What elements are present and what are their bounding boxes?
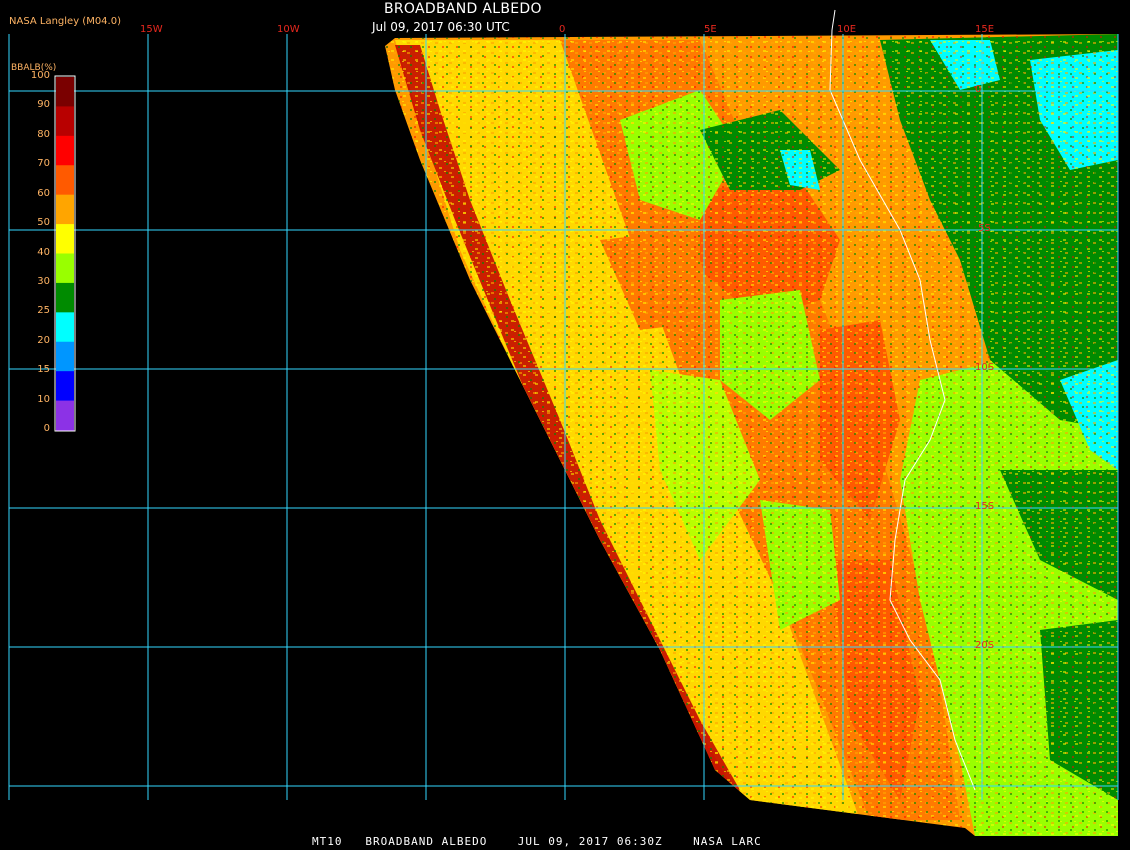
lon-label-10w: 10W	[277, 24, 300, 35]
lat-label-10s: 10S	[975, 362, 995, 373]
colorbar-tick-label: 10	[37, 393, 50, 405]
colorbar-tick-label: 100	[30, 70, 50, 81]
colorbar-swatch	[56, 371, 74, 402]
lat-label-20s: 20S	[975, 640, 995, 651]
albedo-field	[385, 34, 1118, 836]
footer-caption: MT10 BROADBAND ALBEDO JUL 09, 2017 06:30…	[312, 835, 762, 848]
lat-label-15s: 15S	[975, 501, 995, 512]
colorbar-tick-label: 15	[37, 364, 50, 376]
colorbar-swatch	[56, 341, 74, 372]
map-title: BROADBAND ALBEDO	[384, 1, 542, 17]
colorbar-swatch	[56, 253, 74, 284]
colorbar-tick-label: 50	[37, 217, 50, 229]
colorbar-tick-label: 80	[37, 128, 50, 140]
colorbar-swatch	[56, 400, 74, 431]
lon-label-15e: 15E	[975, 24, 995, 35]
lon-label-0: 0	[559, 24, 566, 35]
lon-label-10e: 10E	[837, 24, 857, 35]
colorbar-swatch	[56, 165, 74, 196]
colorbar-swatch	[56, 194, 74, 225]
colorbar-swatch	[56, 282, 74, 313]
colorbar-tick-label: 70	[37, 158, 50, 170]
albedo-map: BROADBAND ALBEDO Jul 09, 2017 06:30 UTC …	[0, 0, 1130, 850]
lat-label-0: 0	[975, 84, 982, 95]
lon-label-5e: 5E	[704, 24, 717, 35]
albedo-map-canvas	[8, 9, 1119, 836]
colorbar-swatch	[56, 135, 74, 166]
colorbar-tick-label: 25	[37, 305, 50, 317]
colorbar-tick-label: 0	[43, 423, 50, 434]
colorbar-tick-label: 90	[37, 99, 50, 111]
lon-label-15w: 15W	[140, 24, 163, 35]
lat-label-5s: 5S	[978, 223, 991, 234]
colorbar-swatch	[56, 106, 74, 137]
colorbar-tick-label: 30	[37, 275, 50, 287]
colorbar	[54, 75, 76, 432]
colorbar-tick-label: 60	[37, 187, 50, 199]
colorbar-swatch	[56, 312, 74, 343]
colorbar-swatch	[56, 224, 74, 254]
colorbar-swatch	[56, 77, 74, 107]
map-datetime: Jul 09, 2017 06:30 UTC	[372, 20, 510, 34]
colorbar-tick-label: 20	[37, 334, 50, 346]
colorbar-tick-label: 40	[37, 246, 50, 258]
map-source: NASA Langley (M04.0)	[9, 16, 121, 27]
